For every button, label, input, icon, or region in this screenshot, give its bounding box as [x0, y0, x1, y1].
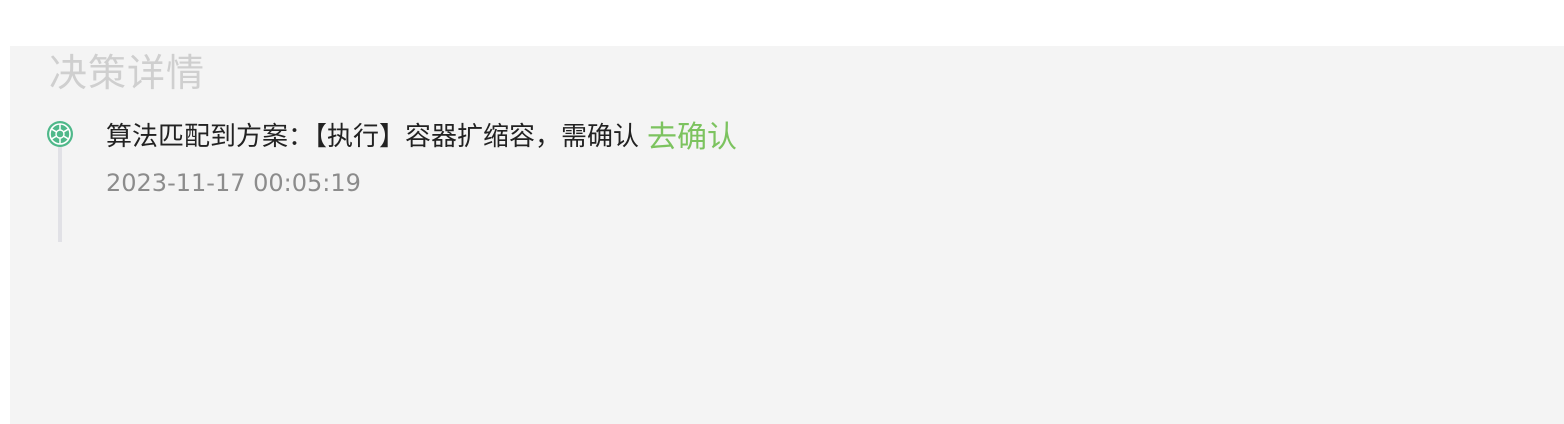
event-timestamp: 2023-11-17 00:05:19 [106, 169, 361, 197]
timeline-line [58, 146, 62, 242]
decision-details-panel: 决策详情 算法匹配到方案：【执行】容器扩缩容，需确认 去确认 2023-11-1… [10, 46, 1564, 424]
confirm-link[interactable]: 去确认 [647, 112, 737, 156]
event-message: 算法匹配到方案：【执行】容器扩缩容，需确认 去确认 [106, 112, 737, 156]
section-title: 决策详情 [49, 51, 206, 95]
event-text: 算法匹配到方案：【执行】容器扩缩容，需确认 [106, 121, 640, 152]
aperture-icon [45, 119, 75, 149]
